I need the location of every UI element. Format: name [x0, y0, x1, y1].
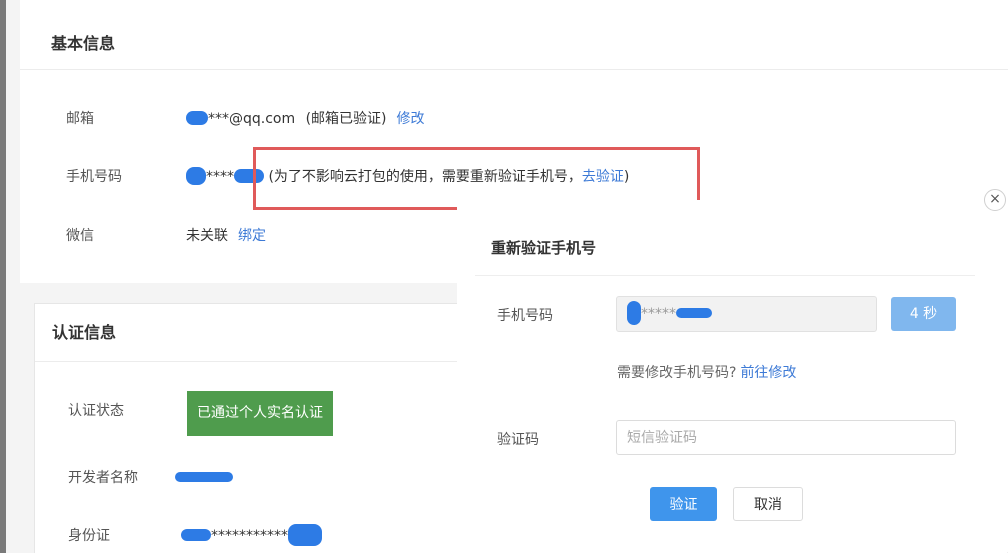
redaction-mark [627, 301, 641, 325]
redaction-mark [186, 167, 206, 185]
basic-info-title: 基本信息 [20, 0, 1008, 70]
developer-value-group [175, 466, 233, 490]
email-value: ***@qq.com [208, 111, 296, 127]
dialog-phone-label: 手机号码 [497, 308, 553, 324]
wechat-label: 微信 [66, 228, 94, 244]
bind-wechat-link[interactable]: 绑定 [238, 228, 266, 244]
edit-email-link[interactable]: 修改 [397, 111, 425, 127]
cancel-button[interactable]: 取消 [733, 487, 803, 521]
go-modify-link[interactable]: 前往修改 [740, 365, 796, 381]
redaction-mark [288, 524, 322, 546]
code-label: 验证码 [497, 432, 539, 448]
email-label: 邮箱 [66, 111, 94, 127]
reverify-phone-dialog: × 重新验证手机号 手机号码 ***** 4 秒 需要修改手机号码? 前往修改 验… [457, 189, 1008, 553]
id-card-value-group: *********** [181, 524, 322, 548]
dialog-phone-value: ***** [641, 306, 676, 322]
email-value-group: ***@qq.com (邮箱已验证) 修改 [186, 107, 425, 131]
redaction-mark [676, 308, 712, 318]
email-verified-status: (邮箱已验证) [305, 111, 387, 127]
redaction-mark [175, 472, 233, 482]
countdown-button[interactable]: 4 秒 [891, 297, 956, 331]
wechat-value-group: 未关联 绑定 [186, 224, 266, 248]
auth-status-badge: 已通过个人实名认证 [187, 391, 333, 436]
close-icon[interactable]: × [984, 189, 1006, 211]
dialog-phone-field: ***** [616, 296, 877, 332]
verify-button[interactable]: 验证 [650, 487, 717, 521]
auth-status-label: 认证状态 [68, 403, 124, 419]
modify-phone-tip: 需要修改手机号码? 前往修改 [617, 362, 796, 382]
id-card-label: 身份证 [68, 528, 110, 544]
wechat-status: 未关联 [186, 228, 228, 244]
redaction-mark [181, 529, 211, 541]
id-card-value: *********** [211, 528, 288, 544]
developer-label: 开发者名称 [68, 470, 138, 486]
phone-label: 手机号码 [66, 169, 122, 185]
dialog-title: 重新验证手机号 [475, 200, 975, 276]
sms-code-input[interactable] [616, 420, 956, 455]
redaction-mark [186, 111, 208, 125]
phone-value: **** [206, 169, 234, 185]
modify-phone-text: 需要修改手机号码? [617, 365, 737, 381]
